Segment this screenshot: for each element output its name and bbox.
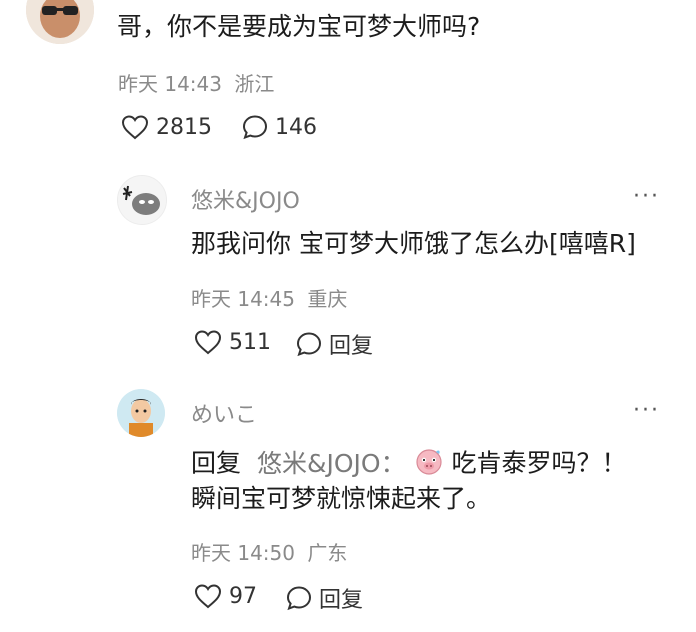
top-comment-text: 哥，你不是要成为宝可梦大师吗? bbox=[117, 12, 481, 41]
speech-bubble-icon bbox=[285, 584, 313, 612]
reply-2-meta: 昨天 14:50 广东 bbox=[191, 537, 347, 566]
top-comment-avatar[interactable] bbox=[26, 0, 94, 44]
comment-time: 昨天 14:43 bbox=[118, 72, 222, 96]
top-comment-count-button[interactable]: 146 bbox=[241, 113, 317, 141]
comment-count: 146 bbox=[275, 114, 317, 140]
reply-1-username[interactable]: 悠米&JOJO bbox=[191, 183, 300, 215]
reply-2-avatar[interactable] bbox=[117, 389, 165, 437]
reply-label: 回复 bbox=[329, 334, 374, 359]
reply-2-more-icon[interactable]: ··· bbox=[633, 398, 660, 423]
reply-2-text-line2: 瞬间宝可梦就惊悚起来了。 bbox=[191, 484, 492, 513]
speech-bubble-icon bbox=[241, 113, 269, 141]
heart-icon bbox=[193, 582, 223, 610]
comment-location: 浙江 bbox=[234, 72, 275, 96]
reply-2-like-button[interactable]: 97 bbox=[193, 582, 257, 610]
top-like-button[interactable]: 2815 bbox=[120, 113, 212, 141]
reply-1-reply-button[interactable]: 回复 bbox=[295, 328, 373, 360]
reply-1-avatar[interactable] bbox=[117, 175, 167, 225]
pig-emoji-icon bbox=[414, 446, 444, 483]
reply-1-more-icon[interactable]: ··· bbox=[633, 184, 660, 209]
reply-2-reply-button[interactable]: 回复 bbox=[285, 582, 363, 614]
heart-icon bbox=[120, 113, 150, 141]
reply-prefix: 回复 bbox=[191, 448, 242, 478]
reply-1-like-button[interactable]: 511 bbox=[193, 328, 271, 356]
top-comment-meta: 昨天 14:43 浙江 bbox=[118, 68, 274, 97]
reply-2-text-line1: 回复 悠米&JOJO： 吃肯泰罗吗？！ bbox=[191, 446, 627, 483]
like-count: 2815 bbox=[156, 114, 212, 140]
speech-bubble-icon bbox=[295, 330, 323, 358]
comment-location: 广东 bbox=[307, 541, 348, 565]
reply-1-text: 那我问你 宝可梦大师饿了怎么办[嘻嘻R] bbox=[191, 229, 636, 258]
comment-time: 昨天 14:50 bbox=[191, 541, 295, 565]
like-count: 97 bbox=[229, 583, 257, 609]
heart-icon bbox=[193, 328, 223, 356]
mention-link[interactable]: 悠米&JOJO： bbox=[257, 449, 406, 478]
reply-1-meta: 昨天 14:45 重庆 bbox=[191, 283, 347, 312]
reply-2-text: 吃肯泰罗吗？！ bbox=[451, 448, 627, 478]
comment-time: 昨天 14:45 bbox=[191, 287, 295, 311]
reply-label: 回复 bbox=[319, 588, 364, 613]
reply-2-username[interactable]: めいこ bbox=[191, 397, 257, 429]
comment-location: 重庆 bbox=[307, 287, 348, 311]
like-count: 511 bbox=[229, 329, 271, 355]
